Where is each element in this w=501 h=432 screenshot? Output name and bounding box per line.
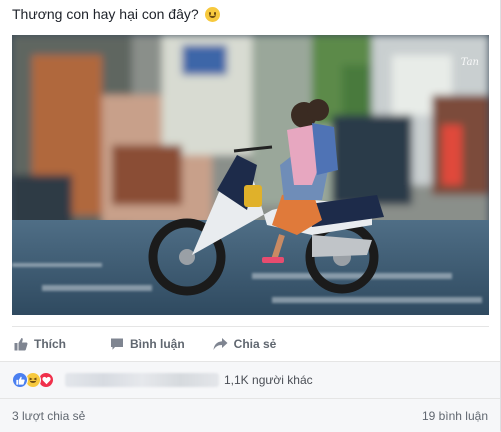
post-footer: 3 lượt chia sẻ 19 bình luận: [0, 398, 500, 432]
photo-watermark: Tan: [460, 57, 479, 68]
post-text-content: Thương con hay hại con đây?: [12, 6, 199, 22]
blurred-reactor-names: [65, 373, 219, 387]
share-label: Chia sẻ: [233, 337, 277, 351]
like-button[interactable]: Thích: [14, 328, 66, 360]
thumbs-up-icon: [14, 338, 28, 351]
comment-button[interactable]: Bình luận: [110, 328, 185, 360]
reactions-summary[interactable]: 1,1K người khác: [0, 361, 500, 398]
post-text: Thương con hay hại con đây?: [12, 6, 220, 22]
comment-count-link[interactable]: 19 bình luận: [422, 409, 488, 423]
share-arrow-icon: [213, 338, 228, 350]
smiling-face-emoji-icon: [204, 6, 220, 22]
reaction-icons: [12, 372, 54, 388]
motorbike-photo-illustration: [12, 35, 489, 315]
share-count-link[interactable]: 3 lượt chia sẻ: [12, 409, 85, 423]
post-card: Thương con hay hại con đây? Tan Thích Bì…: [0, 0, 501, 432]
comment-bubble-icon: [111, 338, 123, 350]
post-actions: Thích Bình luận Chia sẻ: [12, 326, 489, 361]
comment-label: Bình luận: [130, 337, 185, 351]
post-photo[interactable]: Tan: [12, 35, 489, 315]
like-label: Thích: [34, 337, 66, 351]
share-button[interactable]: Chia sẻ: [213, 328, 277, 360]
reaction-count-text[interactable]: 1,1K người khác: [224, 373, 313, 387]
like-reaction-icon: [12, 372, 28, 388]
